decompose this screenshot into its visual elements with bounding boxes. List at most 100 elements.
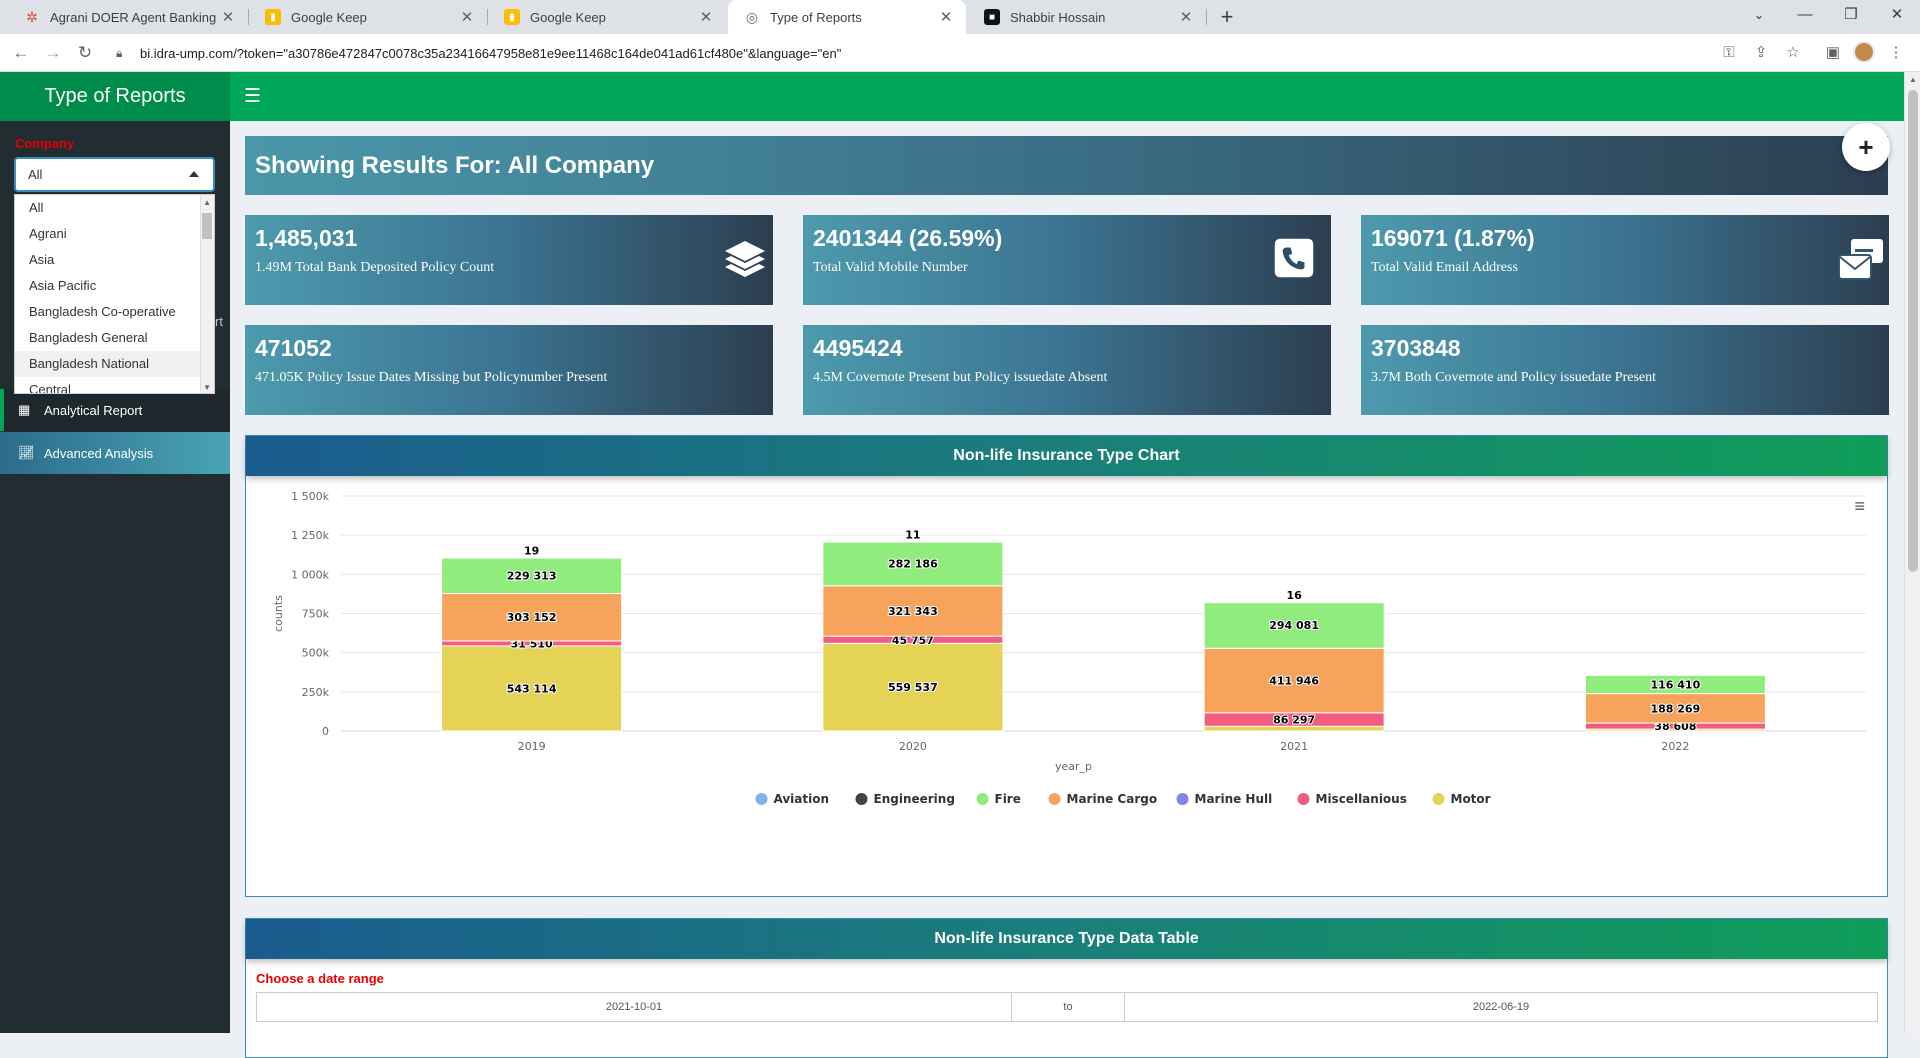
kpi-value: 2401344 (26.59%): [813, 225, 1003, 251]
x-axis-title: year_p: [1055, 760, 1092, 773]
kpi-label: 4.5M Covernote Present but Policy issued…: [813, 370, 1108, 385]
new-tab-plus-icon[interactable]: +: [1214, 4, 1240, 30]
y-tick-label: 0: [322, 725, 329, 738]
grid-icon: ▦: [18, 402, 31, 417]
y-tick-label: 250k: [302, 686, 330, 699]
bar-segment-motor: [1203, 725, 1385, 732]
dropdown-option[interactable]: Asia Pacific: [15, 273, 214, 299]
reload-icon[interactable]: ↻: [72, 40, 98, 66]
sidebar-item-analytical-report[interactable]: ▦ Analytical Report: [0, 389, 230, 431]
kpi-label: Total Valid Email Address: [1371, 260, 1518, 275]
bookmark-star-icon[interactable]: ☆: [1782, 42, 1804, 64]
spinner-favicon-icon: ✲: [26, 8, 38, 25]
dropdown-option-hovered[interactable]: Bangladesh National: [15, 351, 214, 377]
company-select-value: All: [28, 167, 43, 182]
tab-title: Google Keep: [530, 9, 606, 25]
dropdown-scrollbar[interactable]: ▲ ▼: [200, 195, 214, 393]
legend-marker: [1176, 793, 1189, 805]
address-bar: ← → ↻ 🔒︎ bi.idra-ump.com/?token="a30786e…: [0, 34, 1920, 72]
company-select[interactable]: All: [14, 157, 215, 192]
scroll-up-arrow-icon[interactable]: ▲: [1909, 75, 1917, 84]
legend-marker: [855, 793, 868, 805]
lock-icon: 🔒︎: [116, 46, 123, 60]
browser-tab-shabbir[interactable]: ■ Shabbir Hossain ✕: [968, 0, 1206, 34]
caret-up-icon: [189, 171, 199, 177]
start-date-input[interactable]: 2021-10-01: [256, 992, 1012, 1022]
line-chart-icon: 📈︎: [18, 445, 35, 460]
close-tab-icon[interactable]: ✕: [218, 8, 238, 26]
kpi-value: 4495424: [813, 335, 903, 361]
bar-segment-engineering: [441, 557, 623, 559]
dropdown-option[interactable]: All: [15, 195, 214, 221]
dropdown-option[interactable]: Agrani: [15, 221, 214, 247]
tab-title: Shabbir Hossain: [1010, 9, 1106, 25]
y-tick-label: 750k: [302, 608, 330, 621]
keep-favicon-icon: ▮: [265, 9, 281, 25]
dropdown-option[interactable]: Asia: [15, 247, 214, 273]
obscured-menu-text: rt: [215, 314, 223, 329]
forward-arrow-icon[interactable]: →: [40, 40, 66, 66]
profile-favicon-icon: ■: [984, 9, 1000, 25]
browser-tab-google-keep-2[interactable]: ▮ Google Keep ✕: [488, 0, 726, 34]
url-field[interactable]: 🔒︎ bi.idra-ump.com/?token="a30786e472847…: [106, 39, 1786, 67]
sidebar-toggle-hamburger-icon[interactable]: ☰: [244, 85, 261, 108]
kpi-card-mobile-number: 2401344 (26.59%) Total Valid Mobile Numb…: [803, 215, 1331, 305]
kebab-menu-icon[interactable]: ⋮: [1885, 42, 1907, 64]
kpi-value: 1,485,031: [255, 225, 358, 251]
keep-favicon-icon: ▮: [504, 9, 520, 25]
minimize-icon[interactable]: —: [1782, 0, 1828, 30]
url-text: bi.idra-ump.com/?token="a30786e472847c00…: [140, 45, 842, 61]
legend-item-label: Motor: [1451, 792, 1491, 806]
data-label: 229 313: [507, 570, 557, 583]
date-range-label: Choose a date range: [256, 971, 384, 986]
browser-tab-agrani[interactable]: ✲ Agrani DOER Agent Banking Ana ✕: [8, 0, 248, 34]
close-tab-icon[interactable]: ✕: [1176, 8, 1196, 26]
tab-search-chevron-icon[interactable]: ⌄: [1736, 0, 1782, 30]
side-panel-icon[interactable]: ▣: [1822, 42, 1844, 64]
browser-tab-google-keep-1[interactable]: ▮ Google Keep ✕: [249, 0, 487, 34]
window-close-icon[interactable]: ✕: [1874, 0, 1920, 30]
results-banner: Showing Results For: All Company: [245, 136, 1888, 195]
data-label: 543 114: [507, 682, 557, 695]
restore-icon[interactable]: ❐: [1828, 0, 1874, 30]
legend-item-label: Miscellanious: [1316, 792, 1407, 806]
dropdown-scroll-thumb[interactable]: [202, 213, 212, 239]
stacked-bar-chart: 0 250k 500k 750k 1 000k 1 250k 1 500k counts 543…: [272, 490, 1866, 806]
y-axis-title: counts: [272, 595, 285, 632]
legend-marker: [1432, 793, 1445, 805]
tab-separator: [1206, 9, 1207, 25]
legend-item-label: Marine Hull: [1195, 792, 1273, 806]
tab-title: Type of Reports: [770, 9, 862, 25]
kpi-value: 169071 (1.87%): [1371, 225, 1535, 251]
kpi-card-bank-deposited: 1,485,031 1.49M Total Bank Deposited Pol…: [245, 215, 773, 305]
scroll-up-arrow-icon[interactable]: ▲: [203, 198, 211, 207]
back-arrow-icon[interactable]: ←: [8, 40, 34, 66]
key-icon[interactable]: ⚿: [1718, 42, 1740, 64]
profile-avatar-icon[interactable]: [1853, 41, 1875, 63]
page-scroll-thumb[interactable]: [1908, 90, 1918, 572]
share-icon[interactable]: ⇪: [1750, 42, 1772, 64]
close-tab-icon[interactable]: ✕: [696, 8, 716, 26]
dropdown-option[interactable]: Bangladesh Co-operative: [15, 299, 214, 325]
page-scrollbar[interactable]: ▲: [1904, 72, 1920, 1033]
end-date-input[interactable]: 2022-06-19: [1124, 992, 1878, 1022]
legend-item-label: Aviation: [774, 792, 830, 806]
dropdown-option[interactable]: Central: [15, 377, 214, 393]
browser-tab-type-of-reports[interactable]: ◎ Type of Reports ✕: [728, 0, 966, 34]
data-label: 411 946: [1269, 675, 1319, 688]
company-label: Company: [15, 136, 75, 151]
data-label: 188 269: [1650, 702, 1700, 715]
sidebar: Company All rt ▦ Analytical Report 📈︎ Ad…: [0, 121, 230, 1033]
close-tab-icon[interactable]: ✕: [457, 8, 477, 26]
add-plus-button[interactable]: +: [1842, 123, 1890, 171]
scroll-down-arrow-icon[interactable]: ▼: [203, 383, 211, 392]
sidebar-item-advanced-analysis[interactable]: 📈︎ Advanced Analysis: [0, 432, 230, 474]
browser-tab-strip: ✲ Agrani DOER Agent Banking Ana ✕ ▮ Goog…: [0, 0, 1920, 34]
kpi-card-email-address: 169071 (1.87%) Total Valid Email Address: [1361, 215, 1889, 305]
kpi-card-covernote-present: 4495424 4.5M Covernote Present but Polic…: [803, 325, 1331, 415]
dropdown-option[interactable]: Bangladesh General: [15, 325, 214, 351]
company-dropdown-list: All Agrani Asia Asia Pacific Bangladesh …: [14, 194, 215, 394]
close-tab-icon[interactable]: ✕: [936, 8, 956, 26]
legend-marker: [1048, 793, 1061, 805]
kpi-card-both-present: 3703848 3.7M Both Covernote and Policy i…: [1361, 325, 1889, 415]
